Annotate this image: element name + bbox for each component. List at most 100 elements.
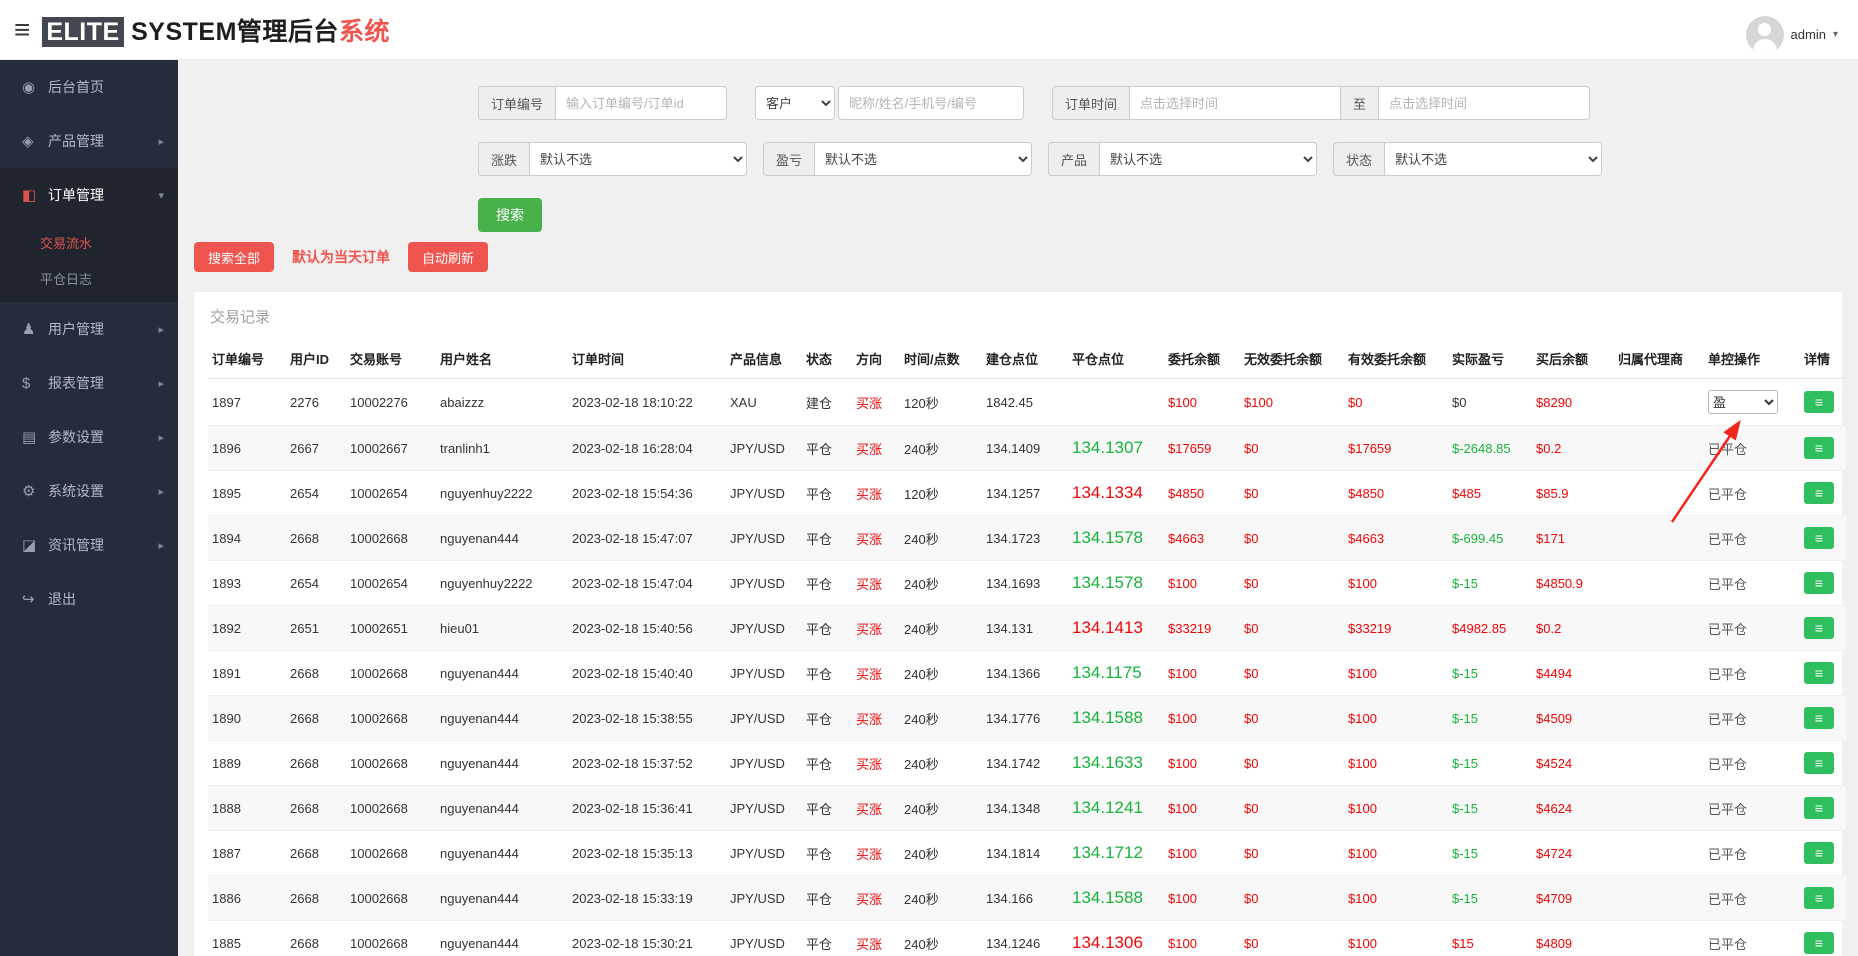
column-header: 交易账号 bbox=[346, 339, 436, 379]
cell-name: nguyenan444 bbox=[436, 741, 568, 786]
cell-agent bbox=[1614, 379, 1704, 426]
cell-account: 10002668 bbox=[346, 786, 436, 831]
cell-after_balance: $4524 bbox=[1532, 741, 1614, 786]
table-row: 1896266710002667tranlinh12023-02-18 16:2… bbox=[208, 426, 1846, 471]
product-select[interactable]: 默认不选 bbox=[1099, 142, 1317, 176]
order-time-label: 订单时间 bbox=[1052, 86, 1130, 120]
detail-button[interactable]: ≡ bbox=[1804, 752, 1834, 774]
cell-product: JPY/USD bbox=[726, 516, 802, 561]
updown-select[interactable]: 默认不选 bbox=[529, 142, 747, 176]
cell-user_id: 2651 bbox=[286, 606, 346, 651]
detail-button[interactable]: ≡ bbox=[1804, 437, 1834, 459]
cell-status: 平仓 bbox=[802, 786, 852, 831]
customer-keyword-input[interactable] bbox=[838, 86, 1024, 120]
cell-status: 平仓 bbox=[802, 921, 852, 956]
sidebar-item-logout[interactable]: ↪退出 bbox=[0, 572, 178, 626]
cell-control: 已平仓 bbox=[1704, 516, 1800, 561]
list-icon: ≡ bbox=[1815, 530, 1823, 546]
auto-refresh-button[interactable]: 自动刷新 bbox=[408, 242, 488, 272]
cell-valid_entrust: $100 bbox=[1344, 921, 1448, 956]
detail-button[interactable]: ≡ bbox=[1804, 617, 1834, 639]
table-row: 1887266810002668nguyenan4442023-02-18 15… bbox=[208, 831, 1846, 876]
detail-button[interactable]: ≡ bbox=[1804, 572, 1834, 594]
cell-entrust: $100 bbox=[1164, 561, 1240, 606]
sidebar-item-reports[interactable]: $报表管理▸ bbox=[0, 356, 178, 410]
list-icon: ≡ bbox=[1815, 845, 1823, 861]
cell-duration: 240秒 bbox=[900, 516, 982, 561]
sidebar-item-label: 产品管理 bbox=[48, 131, 104, 151]
column-header: 平仓点位 bbox=[1068, 339, 1164, 379]
updown-group: 涨跌 默认不选 bbox=[478, 142, 747, 176]
sidebar-item-orders[interactable]: ◧订单管理▾ bbox=[0, 168, 178, 222]
search-all-button[interactable]: 搜索全部 bbox=[194, 242, 274, 272]
search-button[interactable]: 搜索 bbox=[478, 198, 542, 232]
cell-valid_entrust: $33219 bbox=[1344, 606, 1448, 651]
sidebar-item-params[interactable]: ▤参数设置▸ bbox=[0, 410, 178, 464]
detail-button[interactable]: ≡ bbox=[1804, 797, 1834, 819]
cell-duration: 120秒 bbox=[900, 471, 982, 516]
cell-agent bbox=[1614, 696, 1704, 741]
cell-invalid_entrust: $0 bbox=[1240, 831, 1344, 876]
cell-name: abaizzz bbox=[436, 379, 568, 426]
cell-invalid_entrust: $0 bbox=[1240, 786, 1344, 831]
cell-direction: 买涨 bbox=[852, 876, 900, 921]
detail-button[interactable]: ≡ bbox=[1804, 482, 1834, 504]
cell-duration: 240秒 bbox=[900, 606, 982, 651]
cell-account: 10002668 bbox=[346, 741, 436, 786]
cell-account: 10002651 bbox=[346, 606, 436, 651]
cell-status: 平仓 bbox=[802, 876, 852, 921]
detail-button[interactable]: ≡ bbox=[1804, 527, 1834, 549]
detail-button[interactable]: ≡ bbox=[1804, 391, 1834, 413]
cell-product: JPY/USD bbox=[726, 921, 802, 956]
time-to-input[interactable] bbox=[1378, 86, 1590, 120]
detail-button[interactable]: ≡ bbox=[1804, 887, 1834, 909]
table-row: 1897227610002276abaizzz2023-02-18 18:10:… bbox=[208, 379, 1846, 426]
sidebar-item-news[interactable]: ◪资讯管理▸ bbox=[0, 518, 178, 572]
cell-product: JPY/USD bbox=[726, 831, 802, 876]
cell-detail: ≡ bbox=[1800, 786, 1846, 831]
list-icon: ≡ bbox=[1815, 665, 1823, 681]
sidebar-item-products[interactable]: ◈产品管理▸ bbox=[0, 114, 178, 168]
sidebar-item-system[interactable]: ⚙系统设置▸ bbox=[0, 464, 178, 518]
params-icon: ▤ bbox=[22, 428, 48, 446]
detail-button[interactable]: ≡ bbox=[1804, 707, 1834, 729]
avatar[interactable] bbox=[1746, 16, 1784, 54]
cell-user_id: 2276 bbox=[286, 379, 346, 426]
sidebar-item-home[interactable]: ◉后台首页 bbox=[0, 60, 178, 114]
closed-status-label: 已平仓 bbox=[1708, 442, 1747, 457]
win-loss-select[interactable]: 盈 bbox=[1708, 390, 1778, 414]
cell-control: 已平仓 bbox=[1704, 471, 1800, 516]
cell-profit: $-15 bbox=[1448, 741, 1532, 786]
updown-label: 涨跌 bbox=[478, 142, 530, 176]
cell-invalid_entrust: $0 bbox=[1240, 426, 1344, 471]
cell-agent bbox=[1614, 876, 1704, 921]
status-select[interactable]: 默认不选 bbox=[1384, 142, 1602, 176]
detail-button[interactable]: ≡ bbox=[1804, 932, 1834, 954]
cell-close_price: 134.1633 bbox=[1068, 741, 1164, 786]
hamburger-menu-icon[interactable]: ≡ bbox=[14, 16, 30, 44]
closed-status-label: 已平仓 bbox=[1708, 487, 1747, 502]
to-label: 至 bbox=[1340, 86, 1379, 120]
cell-detail: ≡ bbox=[1800, 831, 1846, 876]
detail-button[interactable]: ≡ bbox=[1804, 662, 1834, 684]
customer-type-select[interactable]: 客户 bbox=[755, 86, 835, 120]
sidebar-subitem-close-log[interactable]: 平仓日志 bbox=[0, 260, 178, 296]
profit-select[interactable]: 默认不选 bbox=[814, 142, 1032, 176]
cell-control: 已平仓 bbox=[1704, 651, 1800, 696]
cell-detail: ≡ bbox=[1800, 379, 1846, 426]
order-no-input[interactable] bbox=[555, 86, 727, 120]
cell-time: 2023-02-18 15:36:41 bbox=[568, 786, 726, 831]
cell-name: nguyenhuy2222 bbox=[436, 471, 568, 516]
sidebar-item-label: 系统设置 bbox=[48, 481, 104, 501]
cell-entrust: $100 bbox=[1164, 831, 1240, 876]
detail-button[interactable]: ≡ bbox=[1804, 842, 1834, 864]
time-from-input[interactable] bbox=[1129, 86, 1341, 120]
cell-time: 2023-02-18 15:54:36 bbox=[568, 471, 726, 516]
user-menu[interactable]: admin ▾ bbox=[1746, 16, 1838, 54]
sidebar-item-users[interactable]: ♟用户管理▸ bbox=[0, 302, 178, 356]
cell-agent bbox=[1614, 471, 1704, 516]
cell-after_balance: $4509 bbox=[1532, 696, 1614, 741]
submenu-orders: 交易流水平仓日志 bbox=[0, 222, 178, 302]
status-label: 状态 bbox=[1333, 142, 1385, 176]
sidebar-subitem-trade-flow[interactable]: 交易流水 bbox=[0, 224, 178, 260]
